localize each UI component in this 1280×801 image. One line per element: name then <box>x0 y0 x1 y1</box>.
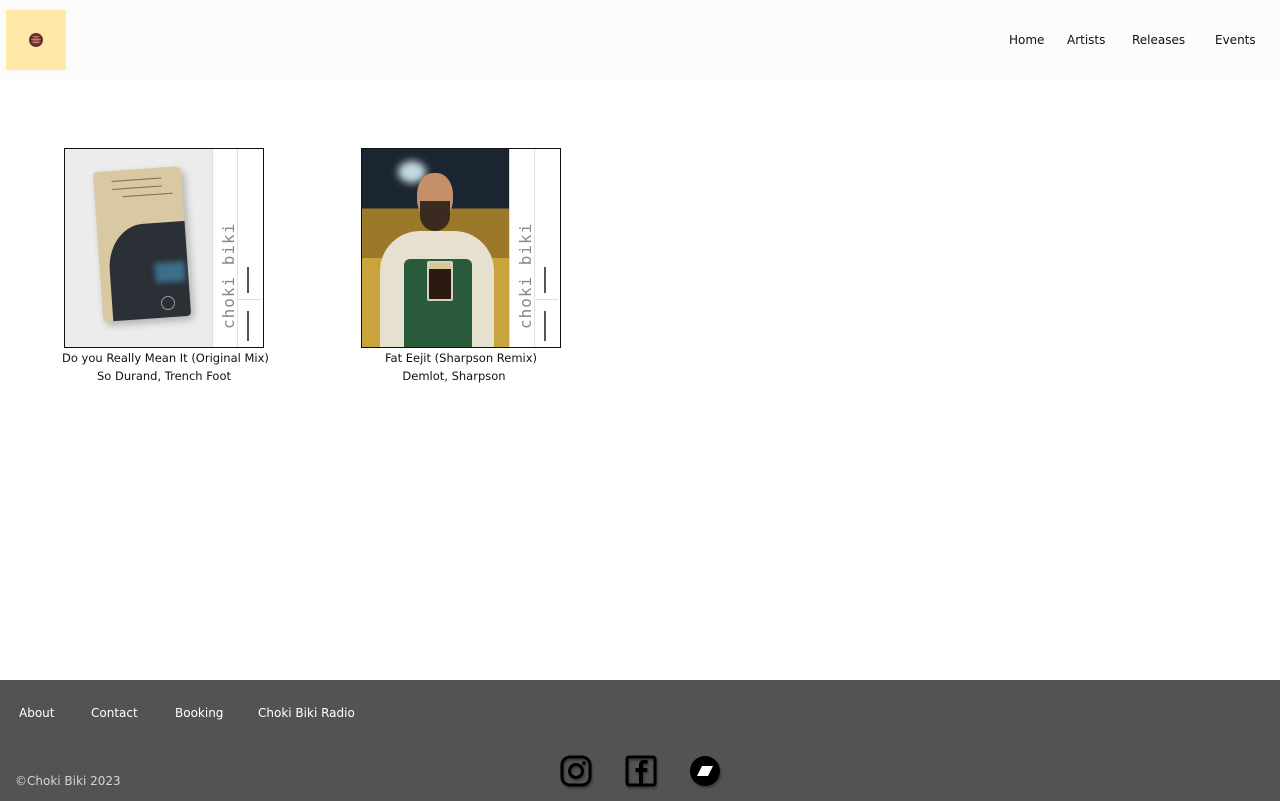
cover-brand-text: choki biki <box>516 222 535 329</box>
footer-link-booking[interactable]: Booking <box>175 706 223 720</box>
release-cover-image[interactable]: choki biki <box>64 148 264 348</box>
release-card[interactable]: choki biki Do you Really Mean It (Origin… <box>62 148 269 385</box>
bandcamp-icon[interactable] <box>689 755 721 787</box>
release-title[interactable]: Fat Eejit (Sharpson Remix) <box>361 349 561 367</box>
footer-link-radio[interactable]: Choki Biki Radio <box>258 706 355 720</box>
footer-link-contact[interactable]: Contact <box>91 706 138 720</box>
release-cover-image[interactable]: choki biki <box>361 148 561 348</box>
release-title[interactable]: Do you Really Mean It (Original Mix) <box>62 349 269 367</box>
instagram-icon[interactable] <box>560 755 592 787</box>
release-artists: So Durand, Trench Foot <box>96 369 232 383</box>
nav-artists[interactable]: Artists <box>1067 33 1105 47</box>
release-artists: Demlot, Sharpson <box>402 369 506 383</box>
facebook-icon[interactable] <box>625 755 657 787</box>
footer-link-about[interactable]: About <box>19 706 54 720</box>
nav-home[interactable]: Home <box>1009 33 1044 47</box>
copyright-text: ©Choki Biki 2023 <box>15 774 121 788</box>
cover-spine: choki biki <box>212 149 263 347</box>
site-header: Home Artists Releases Events <box>0 0 1280 80</box>
choki-biki-logo-icon <box>29 33 43 47</box>
cover-brand-text: choki biki <box>219 222 238 329</box>
nav-events[interactable]: Events <box>1215 33 1256 47</box>
release-card[interactable]: choki biki Fat Eejit (Sharpson Remix) De… <box>361 148 561 385</box>
cover-artwork <box>362 149 510 347</box>
site-footer: About Contact Booking Choki Biki Radio ©… <box>0 680 1280 801</box>
cover-artwork <box>65 149 213 347</box>
logo-link[interactable] <box>6 10 66 70</box>
nav-releases[interactable]: Releases <box>1132 33 1185 47</box>
cover-spine: choki biki <box>509 149 560 347</box>
